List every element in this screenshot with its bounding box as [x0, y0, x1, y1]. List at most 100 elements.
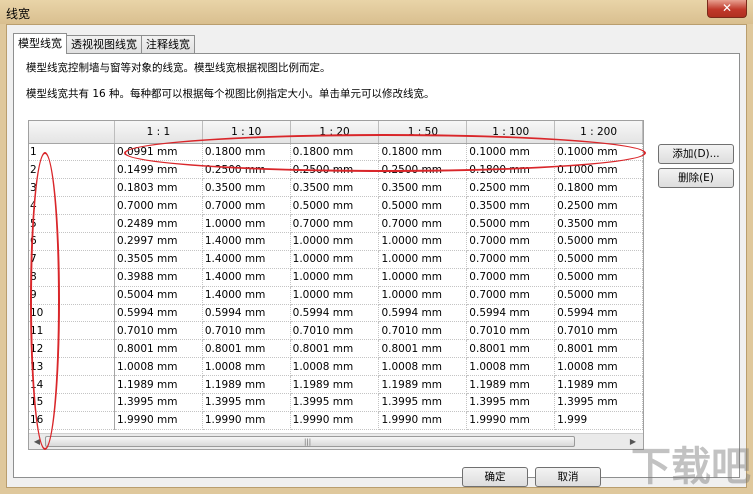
lineweight-cell[interactable]: 1.1989 mm	[466, 375, 556, 394]
lineweight-cell[interactable]: 1.0000 mm	[378, 286, 468, 305]
lineweight-cell[interactable]: 0.1000 mm	[466, 143, 556, 162]
lineweight-cell[interactable]: 0.1499 mm	[114, 160, 203, 180]
cancel-button[interactable]: 取消	[535, 467, 601, 487]
lineweight-cell[interactable]: 1.3995 mm	[202, 393, 291, 412]
lineweight-cell[interactable]: 0.2500 mm	[378, 160, 468, 180]
lineweight-cell[interactable]: 0.3500 mm	[554, 214, 643, 233]
lineweight-cell[interactable]: 1.0000 mm	[378, 250, 468, 269]
lineweight-cell[interactable]: 0.7000 mm	[466, 286, 556, 305]
lineweight-cell[interactable]: 1.0000 mm	[290, 250, 380, 269]
lineweight-cell[interactable]: 0.5000 mm	[554, 286, 643, 305]
lineweight-cell[interactable]: 0.5994 mm	[290, 304, 380, 323]
lineweight-cell[interactable]: 0.7010 mm	[554, 321, 643, 341]
ok-button[interactable]: 确定	[462, 467, 528, 487]
lineweight-cell[interactable]: 0.2500 mm	[554, 196, 643, 216]
lineweight-cell[interactable]: 0.5994 mm	[114, 304, 203, 323]
lineweight-cell[interactable]: 1.0008 mm	[290, 357, 380, 377]
lineweight-cell[interactable]: 1.9990 mm	[290, 411, 380, 430]
lineweight-cell[interactable]: 0.8001 mm	[554, 339, 643, 359]
horizontal-scrollbar[interactable]: ◀ ||| ▶	[29, 433, 643, 449]
lineweight-cell[interactable]: 0.1000 mm	[554, 143, 643, 162]
lineweight-cell[interactable]: 0.5000 mm	[290, 196, 380, 216]
lineweight-cell[interactable]: 0.2500 mm	[202, 160, 291, 180]
lineweight-cell[interactable]: 0.5994 mm	[554, 304, 643, 323]
lineweight-cell[interactable]: 0.8001 mm	[290, 339, 380, 359]
scroll-left-arrow-icon[interactable]: ◀	[31, 436, 43, 448]
lineweight-cell[interactable]: 1.3995 mm	[114, 393, 203, 412]
lineweight-cell[interactable]: 1.0008 mm	[378, 357, 468, 377]
lineweight-cell[interactable]: 1.4000 mm	[202, 286, 291, 305]
add-button[interactable]: 添加(D)...	[658, 144, 734, 164]
lineweight-cell[interactable]: 1.0008 mm	[114, 357, 203, 377]
lineweight-cell[interactable]: 0.3500 mm	[466, 196, 556, 216]
lineweight-cell[interactable]: 1.4000 mm	[202, 232, 291, 251]
lineweight-cell[interactable]: 1.0008 mm	[202, 357, 291, 377]
lineweight-cell[interactable]: 0.3988 mm	[114, 268, 203, 287]
lineweight-cell[interactable]: 1.0000 mm	[378, 268, 468, 287]
lineweight-cell[interactable]: 1.0000 mm	[378, 232, 468, 251]
lineweight-cell[interactable]: 0.2500 mm	[290, 160, 380, 180]
lineweight-cell[interactable]: 0.7000 mm	[202, 196, 291, 216]
lineweight-cell[interactable]: 0.2500 mm	[466, 178, 556, 198]
lineweight-cell[interactable]: 0.5000 mm	[378, 196, 468, 216]
lineweight-cell[interactable]: 0.8001 mm	[202, 339, 291, 359]
lineweight-cell[interactable]: 0.3500 mm	[378, 178, 468, 198]
lineweight-cell[interactable]: 0.1800 mm	[290, 143, 380, 162]
lineweight-cell[interactable]: 0.1800 mm	[202, 143, 291, 162]
lineweight-cell[interactable]: 1.9990 mm	[466, 411, 556, 430]
lineweight-cell[interactable]: 1.1989 mm	[290, 375, 380, 394]
lineweight-cell[interactable]: 0.5994 mm	[466, 304, 556, 323]
lineweight-cell[interactable]: 0.3500 mm	[290, 178, 380, 198]
lineweight-cell[interactable]: 0.7010 mm	[114, 321, 203, 341]
lineweight-cell[interactable]: 0.1800 mm	[378, 143, 468, 162]
lineweight-cell[interactable]: 0.5000 mm	[466, 214, 556, 233]
lineweight-cell[interactable]: 0.7000 mm	[114, 196, 203, 216]
lineweight-cell[interactable]: 0.1800 mm	[466, 160, 556, 180]
lineweight-cell[interactable]: 1.3995 mm	[554, 393, 643, 412]
lineweight-cell[interactable]: 1.3995 mm	[378, 393, 468, 412]
lineweight-cell[interactable]: 0.5994 mm	[202, 304, 291, 323]
tab-perspective-lineweights[interactable]: 透视视图线宽	[66, 35, 142, 54]
lineweight-cell[interactable]: 0.3500 mm	[202, 178, 291, 198]
lineweight-cell[interactable]: 1.9990 mm	[202, 411, 291, 430]
lineweight-cell[interactable]: 0.1800 mm	[554, 178, 643, 198]
lineweight-cell[interactable]: 0.2997 mm	[114, 232, 203, 251]
close-button[interactable]: ✕	[707, 0, 747, 18]
lineweight-cell[interactable]: 0.5000 mm	[554, 232, 643, 251]
lineweight-cell[interactable]: 0.3505 mm	[114, 250, 203, 269]
lineweight-cell[interactable]: 0.8001 mm	[378, 339, 468, 359]
lineweight-cell[interactable]: 1.1989 mm	[378, 375, 468, 394]
lineweight-cell[interactable]: 0.7000 mm	[466, 268, 556, 287]
tab-model-lineweights[interactable]: 模型线宽	[13, 33, 67, 54]
lineweight-cell[interactable]: 0.7000 mm	[378, 214, 468, 233]
lineweight-cell[interactable]: 0.8001 mm	[114, 339, 203, 359]
lineweight-cell[interactable]: 1.4000 mm	[202, 250, 291, 269]
lineweight-cell[interactable]: 0.5994 mm	[378, 304, 468, 323]
lineweight-cell[interactable]: 1.999	[554, 411, 643, 430]
lineweight-cell[interactable]: 0.5000 mm	[554, 250, 643, 269]
lineweight-cell[interactable]: 1.0000 mm	[290, 232, 380, 251]
lineweight-cell[interactable]: 0.1000 mm	[554, 160, 643, 180]
lineweight-cell[interactable]: 0.5000 mm	[554, 268, 643, 287]
lineweight-cell[interactable]: 1.0008 mm	[466, 357, 556, 377]
lineweight-cell[interactable]: 0.7010 mm	[466, 321, 556, 341]
lineweight-cell[interactable]: 0.7000 mm	[466, 250, 556, 269]
lineweight-cell[interactable]: 1.1989 mm	[554, 375, 643, 394]
lineweight-cell[interactable]: 0.7010 mm	[378, 321, 468, 341]
lineweight-cell[interactable]: 1.9990 mm	[114, 411, 203, 430]
lineweight-cell[interactable]: 0.2489 mm	[114, 214, 203, 233]
scroll-thumb[interactable]: |||	[45, 436, 575, 447]
lineweight-cell[interactable]: 0.7000 mm	[466, 232, 556, 251]
lineweight-cell[interactable]: 0.7010 mm	[290, 321, 380, 341]
lineweight-cell[interactable]: 1.3995 mm	[466, 393, 556, 412]
lineweight-cell[interactable]: 0.0991 mm	[114, 143, 203, 162]
lineweight-cell[interactable]: 1.0000 mm	[202, 214, 291, 233]
tab-annotation-lineweights[interactable]: 注释线宽	[141, 35, 195, 54]
lineweight-cell[interactable]: 0.5004 mm	[114, 286, 203, 305]
lineweight-cell[interactable]: 0.8001 mm	[466, 339, 556, 359]
lineweight-cell[interactable]: 0.7000 mm	[290, 214, 380, 233]
lineweight-cell[interactable]: 1.4000 mm	[202, 268, 291, 287]
lineweight-cell[interactable]: 0.1803 mm	[114, 178, 203, 198]
lineweight-cell[interactable]: 1.0000 mm	[290, 286, 380, 305]
lineweight-cell[interactable]: 1.3995 mm	[290, 393, 380, 412]
